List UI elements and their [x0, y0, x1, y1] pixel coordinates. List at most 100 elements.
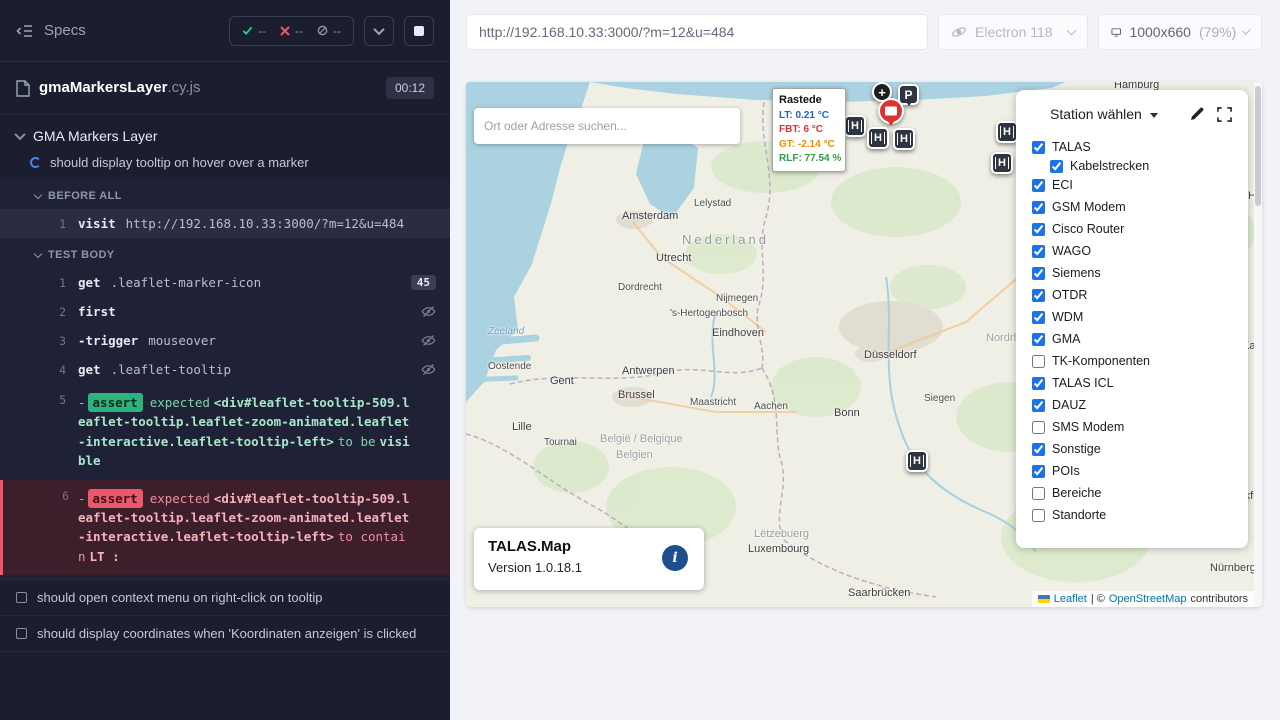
panel-header: Station wählen [1032, 104, 1232, 136]
layer-row-gsm-modem[interactable]: GSM Modem [1032, 196, 1232, 218]
layer-row-wdm[interactable]: WDM [1032, 306, 1232, 328]
before-all-header[interactable]: BEFORE ALL [0, 179, 450, 209]
test-title: should display tooltip on hover over a m… [50, 155, 309, 170]
layer-checkbox[interactable] [1032, 223, 1045, 236]
map-label: Nijmegen [716, 293, 758, 304]
zoom-level: (79%) [1199, 24, 1236, 40]
layer-checkbox[interactable] [1032, 141, 1045, 154]
station-marker[interactable]: H [906, 450, 928, 472]
layer-row-tk-komponenten[interactable]: TK-Komponenten [1032, 350, 1232, 372]
station-layers-panel: Station wählen TALAS Kabelstrecken ECI G… [1016, 90, 1248, 548]
station-marker[interactable]: H [996, 121, 1018, 143]
parking-marker[interactable]: P [898, 84, 919, 105]
leaflet-map[interactable]: Fryslân Hamburg Bremen Niedersachsen Han… [466, 82, 1262, 607]
layer-row-standorte[interactable]: Standorte [1032, 504, 1232, 526]
spec-extension: .cy.js [167, 79, 200, 96]
leaflet-tooltip[interactable]: Rastede LT: 0.21 °C FBT: 6 °C GT: -2.14 … [772, 88, 846, 172]
search-input[interactable] [484, 119, 730, 133]
layer-checkbox[interactable] [1032, 355, 1045, 368]
map-label: Bonn [834, 407, 860, 419]
browser-select[interactable]: Electron 118 [938, 14, 1088, 50]
eye-slash-icon [421, 362, 436, 377]
layer-row-wago[interactable]: WAGO [1032, 240, 1232, 262]
active-test-row[interactable]: should display tooltip on hover over a m… [0, 150, 450, 179]
assert-row-passed[interactable]: 5 -assertexpected<div#leaflet-tooltip-50… [0, 384, 450, 480]
edit-pencil-icon[interactable] [1189, 106, 1205, 122]
url-bar[interactable] [466, 14, 928, 50]
device-icon [885, 107, 897, 116]
openstreetmap-link[interactable]: OpenStreetMap [1109, 593, 1187, 605]
stat-passed: -- [242, 24, 266, 38]
collapse-all-button[interactable] [364, 16, 394, 46]
layer-checkbox[interactable] [1032, 267, 1045, 280]
specs-title[interactable]: Specs [44, 22, 86, 39]
layer-row-sonstige[interactable]: Sonstige [1032, 438, 1232, 460]
layer-row-talas-icl[interactable]: TALAS ICL [1032, 372, 1232, 394]
assert-pill: assert [88, 393, 143, 412]
command-row-trigger[interactable]: 3 -trigger mouseover [0, 326, 450, 355]
layer-row-eci[interactable]: ECI [1032, 174, 1232, 196]
running-spinner-icon [30, 157, 41, 168]
layer-checkbox[interactable] [1032, 179, 1045, 192]
command-row-get-tooltip[interactable]: 4 get .leaflet-tooltip [0, 355, 450, 384]
layer-checkbox[interactable] [1032, 509, 1045, 522]
map-label: Gent [550, 375, 574, 387]
leaflet-link[interactable]: Leaflet [1054, 593, 1087, 605]
assert-row-failed[interactable]: 6 -assertexpected<div#leaflet-tooltip-50… [0, 480, 450, 576]
layer-row-otdr[interactable]: OTDR [1032, 284, 1232, 306]
pending-circle-icon [317, 25, 328, 36]
layer-row-gma[interactable]: GMA [1032, 328, 1232, 350]
layer-row-talas[interactable]: TALAS [1032, 136, 1232, 158]
layer-row-dauz[interactable]: DAUZ [1032, 394, 1232, 416]
layer-checkbox[interactable] [1032, 443, 1045, 456]
map-label: 's-Hertogenbosch [670, 308, 748, 319]
map-label: Düsseldorf [864, 349, 917, 361]
spec-file-row[interactable]: gmaMarkersLayer.cy.js 00:12 [0, 62, 450, 115]
layer-checkbox[interactable] [1032, 487, 1045, 500]
layer-checkbox[interactable] [1032, 201, 1045, 214]
station-marker[interactable]: H [867, 127, 889, 149]
stat-pending: -- [317, 24, 341, 38]
map-label: Lelystad [694, 198, 731, 209]
layer-checkbox[interactable] [1032, 333, 1045, 346]
map-label: Saarbrücken [848, 587, 910, 599]
scrollbar-thumb[interactable] [1255, 86, 1261, 206]
map-label: Oostende [488, 361, 531, 372]
station-marker[interactable]: H [893, 128, 915, 150]
stop-icon [414, 26, 424, 36]
layer-checkbox[interactable] [1032, 289, 1045, 302]
layer-row-cisco-router[interactable]: Cisco Router [1032, 218, 1232, 240]
layer-row-siemens[interactable]: Siemens [1032, 262, 1232, 284]
pending-test-row[interactable]: should display coordinates when 'Koordin… [0, 615, 450, 652]
suite-row[interactable]: GMA Markers Layer [0, 115, 450, 150]
station-marker[interactable]: H [991, 152, 1013, 174]
layer-row-kabelstrecken[interactable]: Kabelstrecken [1032, 158, 1232, 174]
layer-row-sms-modem[interactable]: SMS Modem [1032, 416, 1232, 438]
alert-station-marker[interactable] [878, 98, 904, 124]
specs-list-icon[interactable] [16, 23, 34, 39]
layer-checkbox[interactable] [1032, 465, 1045, 478]
viewport-select[interactable]: 1000x660 (79%) [1098, 14, 1262, 50]
info-icon[interactable]: i [662, 545, 688, 571]
layer-checkbox[interactable] [1032, 399, 1045, 412]
command-row-visit[interactable]: 1 visit http://192.168.10.33:3000/?m=12&… [0, 209, 450, 238]
aut-scrollbar[interactable] [1254, 82, 1262, 607]
test-body-header[interactable]: TEST BODY [0, 238, 450, 268]
layer-row-bereiche[interactable]: Bereiche [1032, 482, 1232, 504]
chevron-down-icon[interactable] [1150, 113, 1158, 118]
ukraine-flag-icon [1038, 595, 1050, 603]
layer-checkbox[interactable] [1032, 377, 1045, 390]
stop-run-button[interactable] [404, 16, 434, 46]
layer-checkbox[interactable] [1032, 311, 1045, 324]
layer-checkbox[interactable] [1032, 421, 1045, 434]
pending-test-row[interactable]: should open context menu on right-click … [0, 579, 450, 615]
layer-checkbox[interactable] [1032, 245, 1045, 258]
command-row-first[interactable]: 2 first [0, 297, 450, 326]
command-row-get[interactable]: 1 get .leaflet-marker-icon 45 [0, 268, 450, 297]
app-version-box: TALAS.Map Version 1.0.18.1 i [474, 528, 704, 590]
layer-row-pois[interactable]: POIs [1032, 460, 1232, 482]
panel-title[interactable]: Station wählen [1050, 106, 1142, 122]
fullscreen-icon[interactable] [1217, 107, 1232, 122]
map-label: Antwerpen [622, 365, 675, 377]
layer-checkbox[interactable] [1050, 160, 1063, 173]
